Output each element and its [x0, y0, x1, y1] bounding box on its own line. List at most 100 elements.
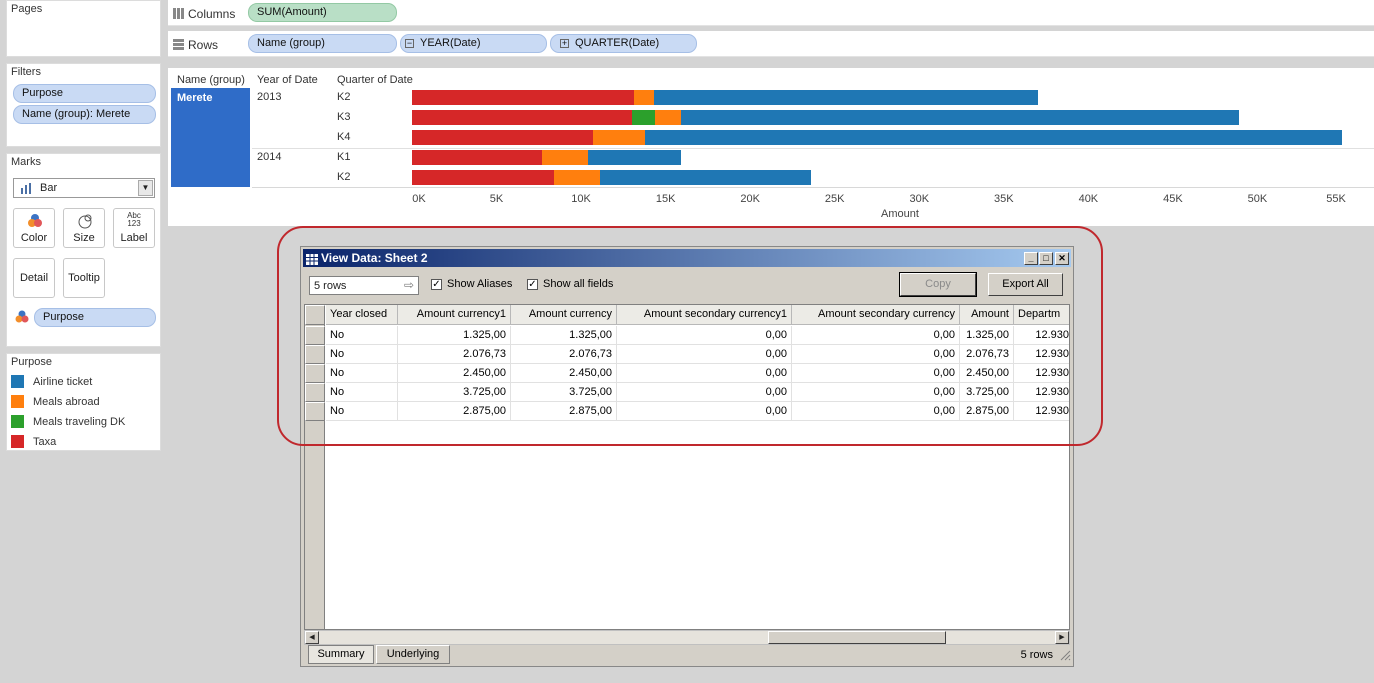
table-cell[interactable]: 3.725,00: [511, 383, 617, 402]
table-cell[interactable]: 12.930: [1014, 383, 1069, 402]
table-cell[interactable]: 2.450,00: [398, 364, 511, 383]
table-cell[interactable]: 2.875,00: [398, 402, 511, 421]
copy-button[interactable]: Copy: [899, 272, 977, 297]
table-cell[interactable]: 0,00: [617, 326, 792, 345]
color-button[interactable]: Color: [13, 208, 55, 248]
tab-underlying[interactable]: Underlying: [376, 645, 450, 664]
table-cell[interactable]: 0,00: [792, 345, 960, 364]
bar-segment-airline-ticket[interactable]: [645, 130, 1342, 145]
bar-segment-airline-ticket[interactable]: [680, 110, 1239, 125]
rows-count-field[interactable]: 5 rows ⇨: [309, 276, 419, 295]
arrow-right-icon[interactable]: ⇨: [404, 278, 414, 292]
table-cell[interactable]: 3.725,00: [398, 383, 511, 402]
scroll-right-icon[interactable]: ▶: [1055, 631, 1069, 644]
bar-segment-taxa[interactable]: [412, 130, 593, 145]
label-button[interactable]: Abc 123 Label: [113, 208, 155, 248]
bar-segment-taxa[interactable]: [412, 150, 543, 165]
column-header[interactable]: Amount secondary currency: [792, 305, 960, 325]
show-all-fields-checkbox[interactable]: ✓: [527, 279, 538, 290]
table-cell[interactable]: 2.076,73: [511, 345, 617, 364]
quarter-label[interactable]: K1: [337, 151, 350, 163]
bar-segment-taxa[interactable]: [412, 170, 555, 185]
table-cell[interactable]: 1.325,00: [398, 326, 511, 345]
bar-segment-airline-ticket[interactable]: [599, 170, 812, 185]
table-cell[interactable]: 0,00: [792, 402, 960, 421]
bar-segment-meals-abroad[interactable]: [592, 130, 646, 145]
column-header[interactable]: Year closed: [326, 305, 398, 325]
table-cell[interactable]: 0,00: [617, 345, 792, 364]
bar-segment-meals-abroad[interactable]: [554, 170, 600, 185]
color-field-pill[interactable]: Purpose: [34, 308, 156, 327]
row-selector[interactable]: [305, 326, 325, 345]
table-cell[interactable]: No: [326, 326, 398, 345]
table-cell[interactable]: 1.325,00: [960, 326, 1014, 345]
table-cell[interactable]: 0,00: [617, 402, 792, 421]
dialog-titlebar[interactable]: View Data: Sheet 2 _ □ ✕: [303, 249, 1071, 267]
tooltip-button[interactable]: Tooltip: [63, 258, 105, 298]
table-cell[interactable]: No: [326, 345, 398, 364]
rows-shelf[interactable]: Rows Name (group) − YEAR(Date) + QUARTER(D…: [168, 31, 1374, 57]
year-label[interactable]: 2013: [257, 91, 281, 103]
table-cell[interactable]: 2.076,73: [398, 345, 511, 364]
collapse-icon[interactable]: −: [405, 39, 414, 48]
row-selector[interactable]: [305, 383, 325, 402]
horizontal-scrollbar[interactable]: ◀ ▶: [304, 630, 1070, 645]
expand-icon[interactable]: +: [560, 39, 569, 48]
detail-button[interactable]: Detail: [13, 258, 55, 298]
bar-segment-meals-abroad[interactable]: [542, 150, 588, 165]
name-group-cell[interactable]: Merete: [171, 88, 250, 187]
row-selector[interactable]: [305, 402, 325, 421]
table-cell[interactable]: 12.930: [1014, 402, 1069, 421]
columns-shelf[interactable]: Columns SUM(Amount): [168, 0, 1374, 26]
table-cell[interactable]: No: [326, 402, 398, 421]
column-header[interactable]: Departm: [1014, 305, 1069, 325]
rows-pill-name-group[interactable]: Name (group): [248, 34, 397, 53]
minimize-icon[interactable]: _: [1024, 252, 1038, 265]
table-cell[interactable]: 3.725,00: [960, 383, 1014, 402]
bar-segment-meals-abroad[interactable]: [655, 110, 681, 125]
bar-segment-airline-ticket[interactable]: [653, 90, 1038, 105]
resize-grip-icon[interactable]: [1060, 650, 1071, 664]
filter-pill-name-group[interactable]: Name (group): Merete: [13, 105, 156, 124]
column-header[interactable]: Amount currency: [511, 305, 617, 325]
bar-segment-taxa[interactable]: [412, 90, 634, 105]
show-aliases-checkbox[interactable]: ✓: [431, 279, 442, 290]
table-cell[interactable]: No: [326, 364, 398, 383]
table-cell[interactable]: 2.450,00: [960, 364, 1014, 383]
tab-summary[interactable]: Summary: [308, 645, 374, 664]
close-icon[interactable]: ✕: [1055, 252, 1069, 265]
row-selector[interactable]: [305, 364, 325, 383]
maximize-icon[interactable]: □: [1039, 252, 1053, 265]
table-cell[interactable]: 0,00: [792, 364, 960, 383]
data-grid[interactable]: Year closed Amount currency1 Amount curren…: [304, 304, 1070, 630]
table-cell[interactable]: 2.450,00: [511, 364, 617, 383]
table-cell[interactable]: No: [326, 383, 398, 402]
columns-pill-sum-amount[interactable]: SUM(Amount): [248, 3, 397, 22]
table-cell[interactable]: 0,00: [617, 364, 792, 383]
table-cell[interactable]: 0,00: [792, 326, 960, 345]
quarter-label[interactable]: K3: [337, 111, 350, 123]
mark-type-select[interactable]: Bar ▼: [13, 178, 155, 198]
quarter-label[interactable]: K2: [337, 171, 350, 183]
export-all-button[interactable]: Export All: [988, 273, 1063, 296]
table-cell[interactable]: 12.930: [1014, 345, 1069, 364]
bar-segment-meals-traveling-dk[interactable]: [631, 110, 656, 125]
table-cell[interactable]: 1.325,00: [511, 326, 617, 345]
column-header[interactable]: Amount secondary currency1: [617, 305, 792, 325]
table-cell[interactable]: 2.875,00: [511, 402, 617, 421]
table-cell[interactable]: 12.930: [1014, 364, 1069, 383]
bar-segment-taxa[interactable]: [412, 110, 632, 125]
table-cell[interactable]: 0,00: [617, 383, 792, 402]
column-header[interactable]: Amount: [960, 305, 1014, 325]
quarter-label[interactable]: K4: [337, 131, 350, 143]
table-cell[interactable]: 12.930: [1014, 326, 1069, 345]
scroll-left-icon[interactable]: ◀: [305, 631, 319, 644]
rows-pill-year-date[interactable]: − YEAR(Date): [400, 34, 547, 53]
bar-segment-meals-abroad[interactable]: [633, 90, 654, 105]
table-cell[interactable]: 0,00: [792, 383, 960, 402]
table-cell[interactable]: 2.875,00: [960, 402, 1014, 421]
rows-pill-quarter-date[interactable]: + QUARTER(Date): [550, 34, 697, 53]
size-button[interactable]: Size: [63, 208, 105, 248]
filter-pill-purpose[interactable]: Purpose: [13, 84, 156, 103]
quarter-label[interactable]: K2: [337, 91, 350, 103]
